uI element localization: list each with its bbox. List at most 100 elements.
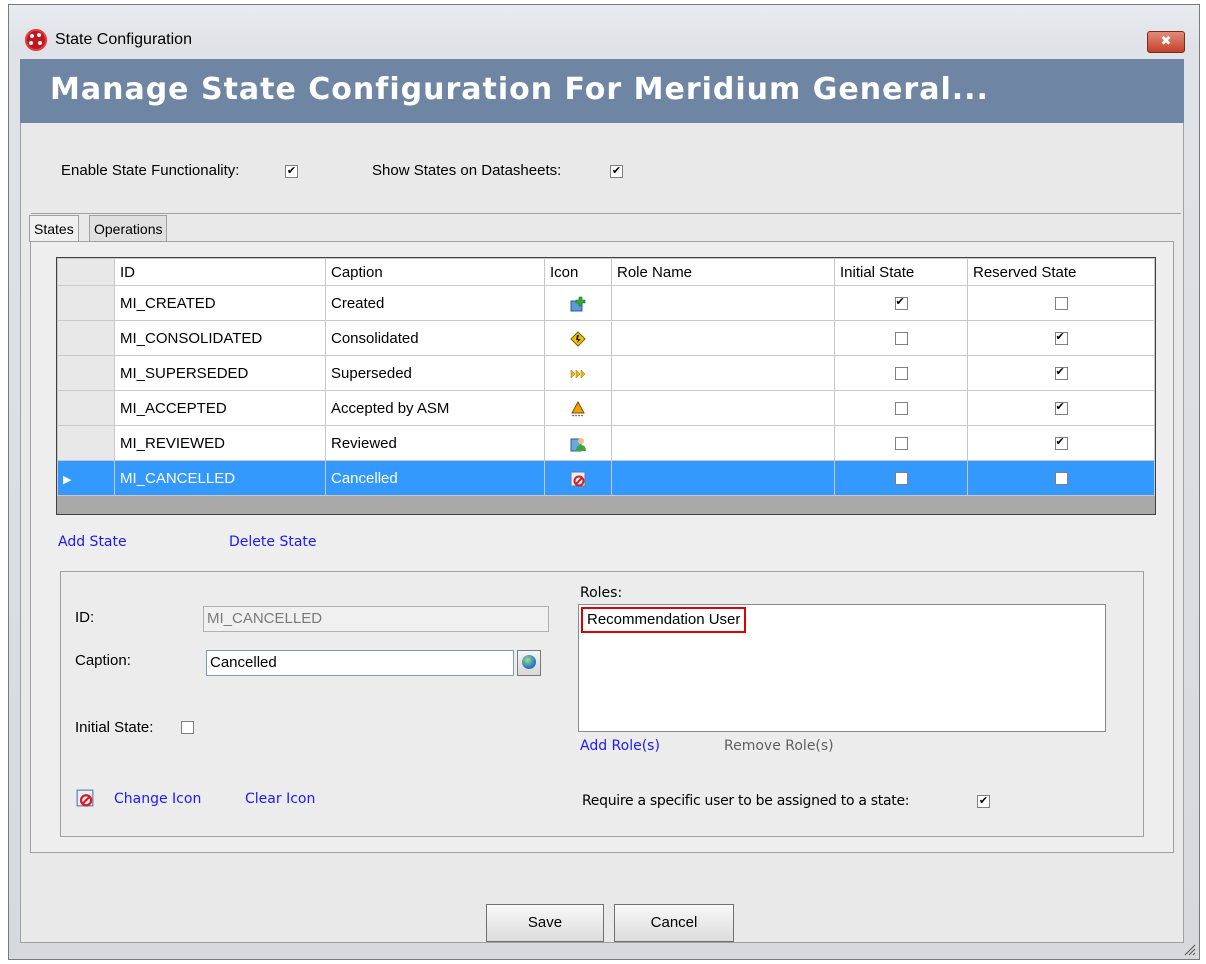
initial-state-checkbox[interactable] <box>894 437 908 451</box>
initial-state-checkbox[interactable] <box>894 295 908 311</box>
table-row[interactable]: MI_SUPERSEDED Superseded <box>57 355 1155 391</box>
id-field[interactable]: MI_CANCELLED <box>203 606 549 632</box>
add-state-link[interactable]: Add State <box>58 534 127 550</box>
caption-field[interactable]: Cancelled <box>206 650 514 676</box>
column-header-role-name[interactable]: Role Name <box>611 258 835 286</box>
resize-grip-icon[interactable] <box>1182 942 1196 956</box>
cell-id[interactable]: MI_ACCEPTED <box>114 390 326 426</box>
cell-icon[interactable] <box>544 320 612 356</box>
cell-icon[interactable] <box>544 285 612 321</box>
initial-state-checkbox[interactable] <box>181 721 194 734</box>
change-icon-icon <box>76 789 94 807</box>
cell-icon[interactable] <box>544 390 612 426</box>
row-header[interactable] <box>57 320 115 356</box>
roles-label: Roles: <box>580 585 623 601</box>
column-header-caption[interactable]: Caption <box>325 258 545 286</box>
require-user-checkbox[interactable] <box>977 795 990 808</box>
consolidated-icon <box>570 330 586 347</box>
app-logo-icon <box>25 29 47 51</box>
row-header[interactable] <box>57 285 115 321</box>
roles-list[interactable]: Recommendation User <box>578 604 1106 732</box>
current-row-indicator-icon: ▶ <box>63 473 72 486</box>
cancel-button[interactable]: Cancel <box>614 904 734 942</box>
cell-initial-state[interactable] <box>834 320 968 356</box>
caption-label: Caption: <box>75 652 131 669</box>
show-states-label: Show States on Datasheets: <box>372 162 562 179</box>
tab-operations[interactable]: Operations <box>89 215 168 242</box>
cell-initial-state[interactable] <box>834 355 968 391</box>
tab-states[interactable]: States <box>29 215 79 242</box>
reserved-state-checkbox[interactable] <box>1054 365 1068 381</box>
row-header[interactable] <box>57 425 115 461</box>
save-button[interactable]: Save <box>486 904 604 942</box>
row-header[interactable] <box>57 390 115 426</box>
initial-state-checkbox[interactable] <box>894 402 908 416</box>
window-title: State Configuration <box>55 31 192 48</box>
globe-icon <box>522 655 536 669</box>
cell-reserved-state[interactable] <box>967 355 1155 391</box>
cell-icon[interactable] <box>544 355 612 391</box>
column-header-initial-state[interactable]: Initial State <box>834 258 968 286</box>
remove-roles-link[interactable]: Remove Role(s) <box>724 738 834 754</box>
show-states-checkbox[interactable] <box>610 165 623 178</box>
reserved-state-checkbox[interactable] <box>1054 472 1068 486</box>
cell-caption[interactable]: Accepted by ASM <box>325 390 545 426</box>
reviewed-icon <box>570 437 586 452</box>
cell-reserved-state[interactable] <box>967 425 1155 461</box>
reserved-state-checkbox[interactable] <box>1054 330 1068 346</box>
close-button[interactable]: ✖ <box>1147 31 1185 53</box>
cell-id[interactable]: MI_CONSOLIDATED <box>114 320 326 356</box>
cell-caption[interactable]: Superseded <box>325 355 545 391</box>
delete-state-link[interactable]: Delete State <box>229 534 317 550</box>
column-header-reserved-state[interactable]: Reserved State <box>967 258 1155 286</box>
cell-caption[interactable]: Cancelled <box>325 460 545 496</box>
reserved-state-checkbox[interactable] <box>1054 400 1068 416</box>
cell-caption[interactable]: Consolidated <box>325 320 545 356</box>
cell-reserved-state[interactable] <box>967 390 1155 426</box>
cell-id[interactable]: MI_REVIEWED <box>114 425 326 461</box>
cell-role-name[interactable] <box>611 390 835 426</box>
table-row[interactable]: MI_ACCEPTED Accepted by ASM <box>57 390 1155 426</box>
cell-id[interactable]: MI_CANCELLED <box>114 460 326 496</box>
cell-role-name[interactable] <box>611 425 835 461</box>
tabs-divider <box>31 213 1181 214</box>
cell-role-name[interactable] <box>611 355 835 391</box>
reserved-state-checkbox[interactable] <box>1054 435 1068 451</box>
table-row[interactable]: MI_CREATED Created <box>57 285 1155 321</box>
cell-caption[interactable]: Created <box>325 285 545 321</box>
row-header[interactable] <box>57 355 115 391</box>
initial-state-checkbox[interactable] <box>894 367 908 381</box>
cell-initial-state[interactable] <box>834 460 968 496</box>
cell-reserved-state[interactable] <box>967 460 1155 496</box>
cell-caption[interactable]: Reviewed <box>325 425 545 461</box>
column-header-icon[interactable]: Icon <box>544 258 612 286</box>
enable-state-checkbox[interactable] <box>285 165 298 178</box>
column-header-id[interactable]: ID <box>114 258 326 286</box>
list-item[interactable]: Recommendation User <box>581 607 747 633</box>
cell-role-name[interactable] <box>611 285 835 321</box>
cell-id[interactable]: MI_CREATED <box>114 285 326 321</box>
table-row[interactable]: MI_CONSOLIDATED Consolidated <box>57 320 1155 356</box>
cell-role-name[interactable] <box>611 320 835 356</box>
cell-reserved-state[interactable] <box>967 320 1155 356</box>
cell-id[interactable]: MI_SUPERSEDED <box>114 355 326 391</box>
row-header-corner <box>57 258 115 286</box>
table-row[interactable]: ▶ MI_CANCELLED Cancelled <box>57 460 1155 496</box>
cell-reserved-state[interactable] <box>967 285 1155 321</box>
reserved-state-checkbox[interactable] <box>1054 297 1068 311</box>
row-header[interactable]: ▶ <box>57 460 115 496</box>
initial-state-checkbox[interactable] <box>894 332 908 346</box>
cell-icon[interactable] <box>544 460 612 496</box>
translate-caption-button[interactable] <box>517 650 541 676</box>
change-icon-link[interactable]: Change Icon <box>114 791 201 807</box>
add-roles-link[interactable]: Add Role(s) <box>580 738 660 754</box>
title-bar[interactable]: State Configuration ✖ <box>9 5 1199 63</box>
cell-initial-state[interactable] <box>834 390 968 426</box>
cell-initial-state[interactable] <box>834 425 968 461</box>
cell-initial-state[interactable] <box>834 285 968 321</box>
cell-role-name[interactable] <box>611 460 835 496</box>
initial-state-checkbox[interactable] <box>894 472 908 486</box>
clear-icon-link[interactable]: Clear Icon <box>245 791 315 807</box>
table-row[interactable]: MI_REVIEWED Reviewed <box>57 425 1155 461</box>
cell-icon[interactable] <box>544 425 612 461</box>
